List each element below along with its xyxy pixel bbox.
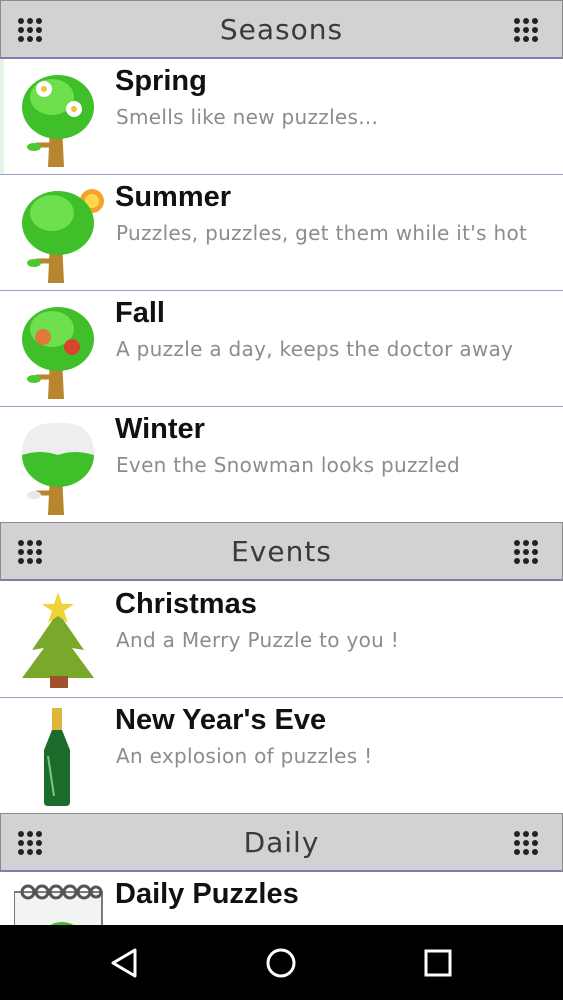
grid-menu-icon[interactable]: [514, 831, 538, 855]
item-title: Daily Puzzles: [115, 878, 299, 910]
list-item-fall[interactable]: Fall A puzzle a day, keeps the doctor aw…: [0, 291, 563, 407]
section-header-seasons[interactable]: Seasons: [0, 0, 563, 59]
section-title: Events: [231, 534, 332, 568]
list-item-new-years-eve[interactable]: New Year's Eve An explosion of puzzles !: [0, 698, 563, 814]
list-item-spring[interactable]: Spring Smells like new puzzles...: [0, 59, 563, 175]
item-title: Summer: [115, 181, 232, 213]
item-title: Christmas: [115, 588, 257, 620]
section-header-daily[interactable]: Daily: [0, 813, 563, 872]
section-title: Seasons: [219, 12, 344, 46]
item-title: Spring: [115, 65, 207, 97]
summer-tree-icon: [22, 189, 104, 283]
grid-menu-icon[interactable]: [18, 540, 42, 564]
home-icon[interactable]: [263, 945, 299, 981]
champagne-bottle-icon: [44, 708, 70, 806]
christmas-tree-icon: [22, 592, 94, 688]
list-item-summer[interactable]: Summer Puzzles, puzzles, get them while …: [0, 175, 563, 291]
section-header-events[interactable]: Events: [0, 522, 563, 581]
spring-tree-icon: [22, 75, 94, 167]
fall-tree-icon: [22, 307, 94, 399]
grid-menu-icon[interactable]: [18, 831, 42, 855]
winter-tree-icon: [22, 422, 94, 515]
item-subtitle: And a Merry Puzzle to you !: [116, 628, 400, 652]
item-subtitle: Even the Snowman looks puzzled: [116, 453, 461, 477]
item-subtitle: Puzzles, puzzles, get them while it's ho…: [116, 221, 528, 245]
list-item-winter[interactable]: Winter Even the Snowman looks puzzled: [0, 407, 563, 523]
grid-menu-icon[interactable]: [514, 18, 538, 42]
grid-menu-icon[interactable]: [514, 540, 538, 564]
item-title: Fall: [115, 297, 165, 329]
list-item-christmas[interactable]: Christmas And a Merry Puzzle to you !: [0, 582, 563, 698]
item-title: Winter: [115, 413, 205, 445]
item-subtitle: A puzzle a day, keeps the doctor away: [116, 337, 514, 361]
item-subtitle: Smells like new puzzles...: [116, 105, 379, 129]
section-title: Daily: [243, 825, 320, 859]
back-icon[interactable]: [107, 945, 143, 981]
item-title: New Year's Eve: [115, 704, 327, 736]
item-subtitle: An explosion of puzzles !: [116, 744, 373, 768]
grid-menu-icon[interactable]: [18, 18, 42, 42]
system-navigation-bar: [0, 925, 563, 1000]
recents-icon[interactable]: [420, 945, 456, 981]
